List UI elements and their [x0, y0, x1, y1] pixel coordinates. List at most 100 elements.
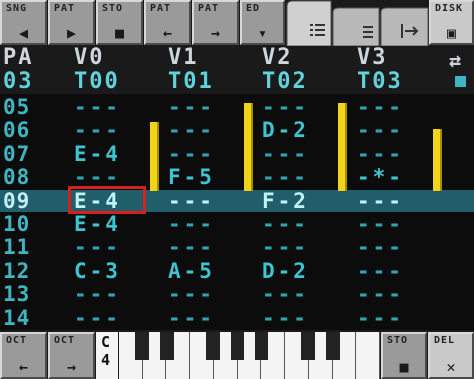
voice-3-track[interactable]: T03 — [357, 70, 403, 94]
note-cell-v3[interactable]: --- — [357, 96, 404, 118]
note-cell-v1[interactable]: --- — [168, 143, 215, 165]
stop-button[interactable]: STO ■ — [96, 0, 143, 45]
instrument-view-tab[interactable] — [380, 7, 429, 46]
note-cell-v2[interactable]: --- — [262, 307, 309, 329]
record-indicator-icon[interactable] — [455, 76, 466, 87]
note-cell-v3[interactable]: --- — [357, 236, 404, 258]
disk-button[interactable]: DISK ▣ — [429, 0, 474, 45]
table-row[interactable]: 06 --- --- D-2 --- — [0, 119, 474, 141]
pattern-next-label: PAT — [198, 3, 220, 14]
piano-black-key[interactable] — [159, 332, 174, 360]
note-cell-v0[interactable]: --- — [74, 236, 121, 258]
note-cell-v3[interactable]: --- — [357, 119, 404, 141]
piano-black-key[interactable] — [206, 332, 221, 360]
piano-black-key[interactable] — [254, 332, 269, 360]
note-cell-v3[interactable]: --- — [357, 307, 404, 329]
note-cell-v0[interactable]: --- — [74, 283, 121, 305]
note-cell-v3[interactable]: --- — [357, 143, 404, 165]
note-cell-v2[interactable]: --- — [262, 96, 309, 118]
stop-icon: ■ — [114, 24, 125, 42]
note-cell-v0[interactable]: C-3 — [74, 260, 121, 282]
stop-icon: ■ — [399, 358, 409, 376]
voice-2-label[interactable]: V2 — [262, 46, 293, 70]
table-row[interactable]: 14 --- --- --- --- — [0, 307, 474, 329]
note-cell-v3[interactable]: --- — [357, 190, 404, 212]
note-cell-v1[interactable]: A-5 — [168, 260, 215, 282]
note-cell-v1[interactable]: --- — [168, 190, 215, 212]
table-row[interactable]: 12 C-3 A-5 D-2 --- — [0, 260, 474, 282]
store-button[interactable]: STO ■ — [381, 332, 427, 379]
note-cell-v0[interactable]: --- — [74, 96, 121, 118]
voice-2-track[interactable]: T02 — [262, 70, 308, 94]
note-cell-v2[interactable]: F-2 — [262, 190, 309, 212]
note-cell-v2[interactable]: --- — [262, 213, 309, 235]
row-number: 13 — [3, 282, 31, 307]
note-cell-v1[interactable]: --- — [168, 119, 215, 141]
pattern-next-button[interactable]: PAT → — [192, 0, 239, 45]
row-number: 11 — [3, 235, 31, 260]
pattern-prev-button[interactable]: PAT ← — [144, 0, 191, 45]
row-number: 12 — [3, 258, 31, 283]
pattern-number[interactable]: 03 — [3, 70, 34, 94]
octave-number: 4 — [101, 351, 111, 369]
note-cell-v3[interactable]: --- — [357, 213, 404, 235]
table-row[interactable]: 11 --- --- --- --- — [0, 236, 474, 258]
note-cell-v2[interactable]: D-2 — [262, 260, 309, 282]
pattern-play-button[interactable]: PAT ▶ — [48, 0, 95, 45]
row-number: 07 — [3, 141, 31, 166]
note-cell-v0[interactable]: E-4 — [74, 213, 121, 235]
song-button[interactable]: SNG ◀ — [0, 0, 47, 45]
note-cell-v3[interactable]: --- — [357, 283, 404, 305]
note-cell-v1[interactable]: --- — [168, 213, 215, 235]
voice-1-label[interactable]: V1 — [168, 46, 199, 70]
table-row[interactable]: 10 E-4 --- --- --- — [0, 213, 474, 235]
voice-0-level-meter — [150, 122, 159, 191]
table-row[interactable]: 05 --- --- --- --- — [0, 96, 474, 118]
disk-icon: ▣ — [446, 24, 457, 42]
table-row[interactable]: 13 --- --- --- --- — [0, 283, 474, 305]
piano-white-key[interactable] — [356, 332, 380, 379]
note-cell-v3[interactable]: --- — [357, 260, 404, 282]
piano-black-key[interactable] — [325, 332, 340, 360]
note-cell-v2[interactable]: --- — [262, 283, 309, 305]
note-cell-v0[interactable]: E-4 — [74, 143, 121, 165]
arrow-right-icon: → — [66, 358, 77, 376]
note-cell-v2[interactable]: --- — [262, 166, 309, 188]
note-cell-v0[interactable]: --- — [74, 307, 121, 329]
tracker-view-tab[interactable] — [286, 0, 332, 46]
table-row[interactable]: 08 --- F-5 --- -*- — [0, 166, 474, 188]
octave-note: C — [101, 333, 111, 351]
view-tabs — [286, 0, 429, 46]
voice-0-track[interactable]: T00 — [74, 70, 120, 94]
note-cell-v2[interactable]: --- — [262, 236, 309, 258]
link-voices-icon[interactable]: ⇄ — [449, 48, 461, 72]
track-header — [0, 46, 474, 94]
note-cell-v1[interactable]: --- — [168, 236, 215, 258]
note-cell-v3[interactable]: -*- — [357, 166, 404, 188]
voice-1-track[interactable]: T01 — [168, 70, 214, 94]
octave-down-button[interactable]: OCT ← — [0, 332, 47, 379]
note-cell-v1[interactable]: --- — [168, 283, 215, 305]
edit-menu-button[interactable]: ED ▾ — [240, 0, 285, 45]
voice-0-label[interactable]: V0 — [74, 46, 105, 70]
note-cell-v1[interactable]: --- — [168, 96, 215, 118]
mixer-view-tab[interactable] — [332, 7, 380, 46]
delete-button[interactable]: DEL ✕ — [428, 332, 474, 379]
octave-up-button[interactable]: OCT → — [48, 332, 95, 379]
voice-3-label[interactable]: V3 — [357, 46, 388, 70]
note-cell-v0[interactable]: --- — [74, 166, 121, 188]
voice-1-level-meter — [244, 103, 253, 191]
note-cell-v2[interactable]: --- — [262, 143, 309, 165]
song-play-icon: ◀ — [18, 24, 29, 42]
note-cell-v1[interactable]: --- — [168, 307, 215, 329]
piano-black-key[interactable] — [230, 332, 245, 360]
edit-menu-label: ED — [246, 3, 261, 14]
note-cell-v2[interactable]: D-2 — [262, 119, 309, 141]
arrow-left-icon: ← — [162, 24, 173, 42]
table-row[interactable]: 07 E-4 --- --- --- — [0, 143, 474, 165]
note-cell-v0[interactable]: --- — [74, 119, 121, 141]
note-cell-v1[interactable]: F-5 — [168, 166, 215, 188]
octave-up-label: OCT — [54, 335, 76, 346]
piano-black-key[interactable] — [301, 332, 315, 360]
piano-black-key[interactable] — [135, 332, 149, 360]
